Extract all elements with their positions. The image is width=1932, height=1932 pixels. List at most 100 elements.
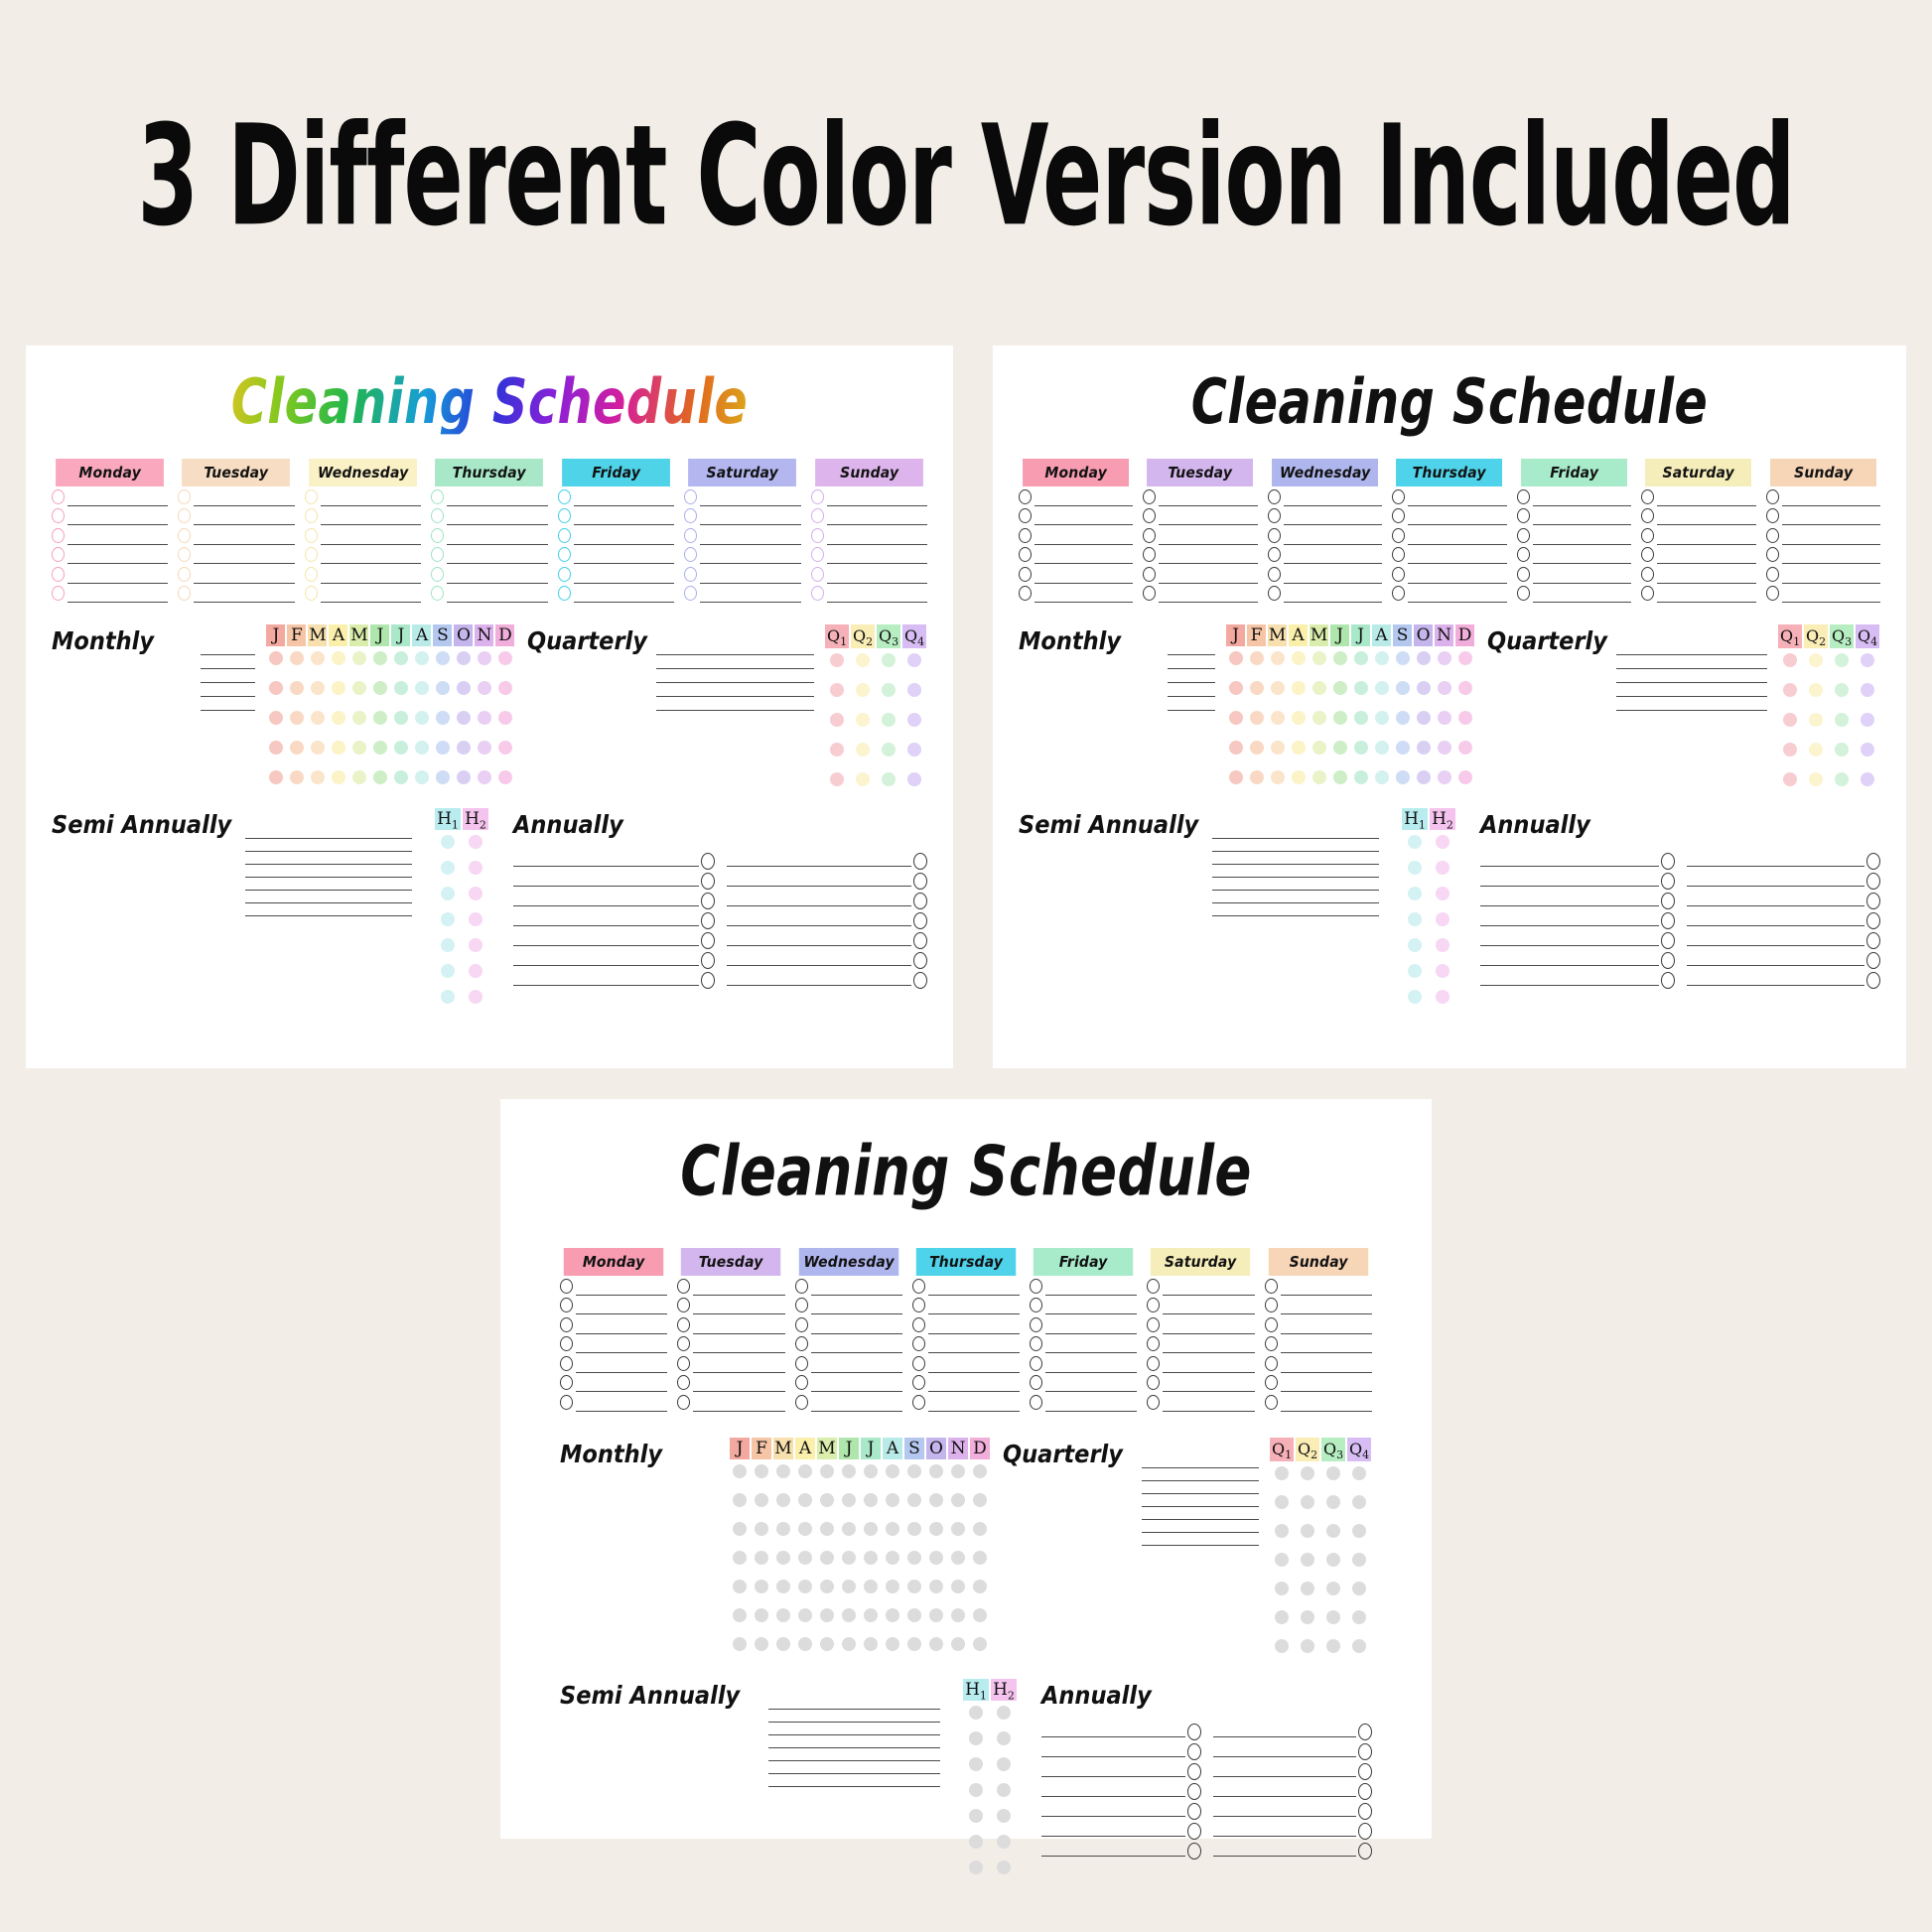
quarterly-key[interactable]: Q3 — [877, 624, 900, 648]
quarterly-write-line[interactable] — [1142, 1544, 1259, 1546]
task-write-line[interactable] — [573, 524, 675, 525]
quarterly-key[interactable]: Q1 — [1270, 1437, 1294, 1461]
quarterly-key[interactable]: Q2 — [1296, 1437, 1319, 1461]
day-header-friday[interactable]: Friday — [1520, 459, 1628, 486]
task-checkbox[interactable] — [560, 1316, 573, 1332]
quarterly-dot[interactable] — [1861, 713, 1874, 727]
quarterly-write-line[interactable] — [1616, 654, 1767, 655]
quarterly-dot[interactable] — [856, 772, 870, 786]
monthly-dot[interactable] — [864, 1636, 878, 1651]
quarterly-dot[interactable] — [1861, 683, 1874, 697]
semi-annually-write-line[interactable] — [768, 1721, 940, 1723]
task-checkbox[interactable] — [810, 488, 824, 504]
task-checkbox[interactable] — [560, 1375, 573, 1390]
monthly-key[interactable]: N — [948, 1437, 968, 1459]
monthly-dot[interactable] — [435, 681, 450, 695]
task-checkbox[interactable] — [1765, 527, 1779, 543]
task-write-line[interactable] — [576, 1352, 668, 1353]
task-checkbox[interactable] — [684, 566, 698, 582]
task-checkbox[interactable] — [1267, 488, 1281, 504]
task-checkbox[interactable] — [304, 566, 318, 582]
half-dot[interactable] — [1408, 912, 1422, 926]
monthly-key[interactable]: A — [412, 624, 432, 646]
monthly-dot[interactable] — [414, 741, 429, 755]
quarterly-write-line[interactable] — [1142, 1492, 1259, 1494]
monthly-key[interactable]: M — [1268, 624, 1288, 646]
task-checkbox[interactable] — [1765, 586, 1779, 601]
task-write-line[interactable] — [447, 543, 548, 545]
half-dot[interactable] — [1408, 887, 1422, 900]
day-header-friday[interactable]: Friday — [1033, 1248, 1134, 1276]
task-write-line[interactable] — [1283, 602, 1383, 603]
monthly-dot[interactable] — [864, 1579, 878, 1593]
monthly-dot[interactable] — [842, 1607, 856, 1622]
task-write-line[interactable] — [700, 524, 801, 525]
task-write-line[interactable] — [194, 563, 295, 564]
task-checkbox[interactable] — [677, 1355, 691, 1371]
task-write-line[interactable] — [693, 1352, 785, 1353]
monthly-dot[interactable] — [733, 1492, 747, 1507]
monthly-dot[interactable] — [842, 1492, 856, 1507]
task-write-line[interactable] — [1159, 563, 1258, 564]
monthly-dot[interactable] — [776, 1636, 790, 1651]
task-write-line[interactable] — [1035, 504, 1134, 506]
task-write-line[interactable] — [1280, 1391, 1372, 1392]
monthly-dot[interactable] — [1270, 711, 1285, 725]
task-write-line[interactable] — [1781, 602, 1880, 603]
task-write-line[interactable] — [1408, 543, 1507, 545]
task-write-line[interactable] — [693, 1313, 785, 1314]
annually-write-line[interactable] — [1041, 1855, 1185, 1857]
monthly-dot[interactable] — [842, 1463, 856, 1478]
monthly-dot[interactable] — [886, 1521, 899, 1536]
monthly-dot[interactable] — [1270, 651, 1285, 665]
monthly-dot[interactable] — [497, 741, 512, 755]
monthly-write-line[interactable] — [201, 682, 256, 683]
semi-annually-write-line[interactable] — [768, 1746, 940, 1748]
monthly-dot[interactable] — [776, 1463, 790, 1478]
monthly-dot[interactable] — [1311, 770, 1326, 784]
task-checkbox[interactable] — [911, 1336, 925, 1351]
monthly-dot[interactable] — [1374, 651, 1389, 665]
monthly-dot[interactable] — [1437, 681, 1451, 695]
quarterly-dot[interactable] — [1783, 713, 1797, 727]
half-dot[interactable] — [969, 1705, 983, 1720]
monthly-dot[interactable] — [1416, 770, 1431, 784]
monthly-key[interactable]: J — [730, 1437, 750, 1459]
monthly-dot[interactable] — [1291, 741, 1306, 755]
monthly-key[interactable]: J — [1330, 624, 1350, 646]
task-write-line[interactable] — [320, 504, 422, 506]
monthly-dot[interactable] — [951, 1550, 965, 1565]
task-write-line[interactable] — [1045, 1332, 1138, 1334]
monthly-dot[interactable] — [477, 741, 491, 755]
task-checkbox[interactable] — [1147, 1336, 1161, 1351]
monthly-dot[interactable] — [477, 711, 491, 725]
task-checkbox[interactable] — [1143, 488, 1157, 504]
monthly-dot[interactable] — [1249, 681, 1264, 695]
task-checkbox[interactable] — [1392, 547, 1406, 562]
day-header-sunday[interactable]: Sunday — [814, 459, 923, 486]
task-write-line[interactable] — [1280, 1371, 1372, 1373]
task-checkbox[interactable] — [1019, 586, 1032, 601]
task-write-line[interactable] — [1045, 1371, 1138, 1373]
monthly-dot[interactable] — [864, 1607, 878, 1622]
monthly-dot[interactable] — [907, 1636, 921, 1651]
task-write-line[interactable] — [320, 602, 422, 603]
monthly-dot[interactable] — [393, 741, 408, 755]
task-write-line[interactable] — [700, 602, 801, 603]
task-checkbox[interactable] — [1019, 508, 1032, 523]
monthly-dot[interactable] — [1228, 711, 1243, 725]
monthly-write-line[interactable] — [201, 668, 256, 669]
half-dot[interactable] — [969, 1782, 983, 1797]
task-checkbox[interactable] — [560, 1298, 573, 1312]
task-checkbox[interactable] — [52, 566, 65, 582]
task-checkbox[interactable] — [1516, 527, 1530, 543]
task-write-line[interactable] — [320, 563, 422, 564]
monthly-dot[interactable] — [864, 1521, 878, 1536]
task-write-line[interactable] — [1781, 524, 1880, 525]
half-dot[interactable] — [969, 1756, 983, 1771]
quarterly-dot[interactable] — [1275, 1494, 1289, 1509]
task-checkbox[interactable] — [677, 1298, 691, 1312]
task-write-line[interactable] — [1035, 543, 1134, 545]
task-write-line[interactable] — [1408, 602, 1507, 603]
monthly-key[interactable]: M — [817, 1437, 837, 1459]
